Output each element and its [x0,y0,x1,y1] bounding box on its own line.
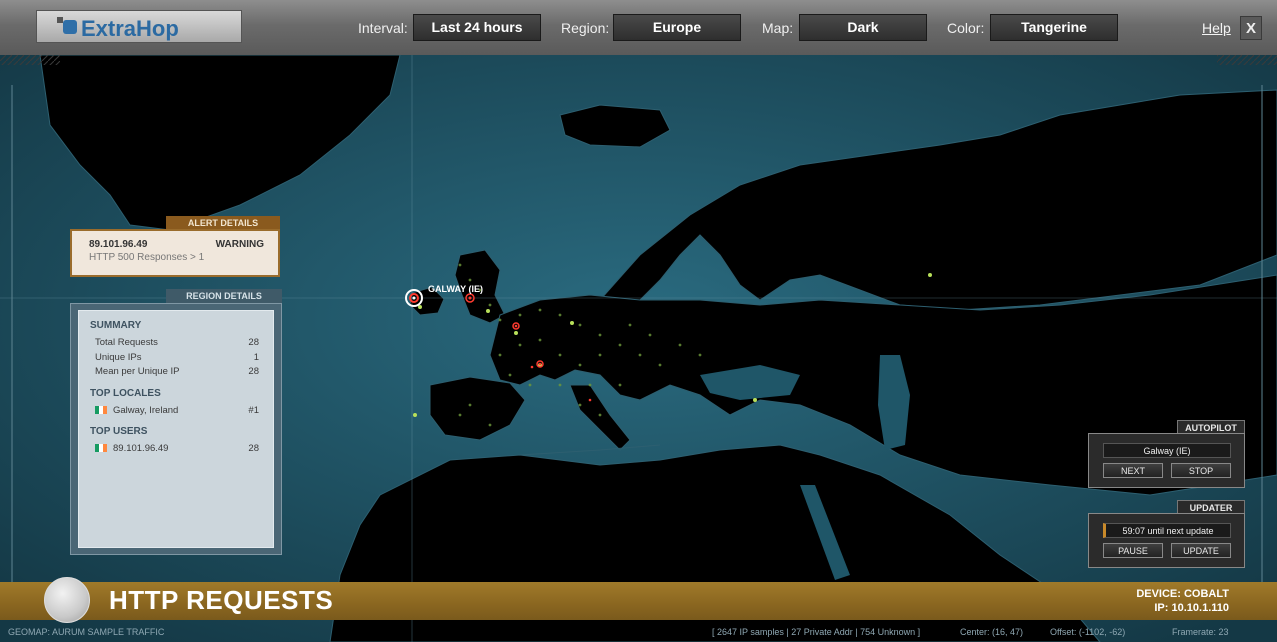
status-offset: Offset: (-1102, -62) [1050,627,1126,637]
autopilot-panel: Galway (IE) NEXT STOP [1088,433,1245,488]
status-geomap: GEOMAP: AURUM SAMPLE TRAFFIC [8,627,165,637]
region-details-content: SUMMARY Total Requests 28 Unique IPs 1 M… [78,310,274,548]
autopilot-location: Galway (IE) [1103,443,1231,458]
region-label: Region: [561,20,610,36]
close-button[interactable]: X [1240,16,1262,40]
summary-value: 28 [248,337,259,348]
status-center: Center: (16, 47) [960,627,1024,637]
alert-level: WARNING [215,239,264,250]
map-select[interactable]: Dark [799,14,927,41]
updater-panel: 59:07 until next update PAUSE UPDATE [1088,513,1245,568]
region-select[interactable]: Europe [613,14,741,41]
user-count: 28 [248,443,259,454]
locale-label[interactable]: Galway, Ireland [113,405,178,416]
updater-tab: UPDATER [1177,500,1245,514]
status-samples: [ 2647 IP samples | 27 Private Addr | 75… [712,627,921,637]
device-ip: IP: 10.10.1.110 [1154,602,1229,614]
interval-select[interactable]: Last 24 hours [413,14,541,41]
next-button[interactable]: NEXT [1103,463,1163,478]
color-select[interactable]: Tangerine [990,14,1118,41]
top-locales-heading: TOP LOCALES [90,388,161,399]
stop-button[interactable]: STOP [1171,463,1231,478]
alert-ip: 89.101.96.49 [89,239,148,250]
user-ip[interactable]: 89.101.96.49 [113,443,168,454]
summary-label: Total Requests [95,337,158,348]
globe-icon [44,577,90,623]
summary-value: 1 [253,352,259,363]
extrahop-logo[interactable]: ExtraHop [36,10,242,43]
alert-message: HTTP 500 Responses > 1 [89,252,205,263]
top-users-heading: TOP USERS [90,426,148,437]
top-toolbar: ExtraHop Interval: Last 24 hours Region:… [0,0,1277,56]
help-link[interactable]: Help [1202,20,1231,36]
logo-mark-icon [63,20,77,34]
autopilot-tab: AUTOPILOT [1177,420,1245,434]
ireland-flag-icon [95,444,107,452]
interval-label: Interval: [358,20,408,36]
pause-button[interactable]: PAUSE [1103,543,1163,558]
summary-label: Mean per Unique IP [95,366,180,377]
summary-value: 28 [248,366,259,377]
logo-text: ExtraHop [81,16,179,41]
summary-heading: SUMMARY [90,320,142,331]
region-details-tab: REGION DETAILS [166,289,282,303]
status-framerate: Framerate: 23 [1172,627,1229,637]
alert-details-tab: ALERT DETAILS [166,216,280,230]
locale-rank: #1 [248,405,259,416]
color-label: Color: [947,20,985,36]
alert-details-panel: 89.101.96.49 WARNING HTTP 500 Responses … [70,229,280,277]
region-details-panel: SUMMARY Total Requests 28 Unique IPs 1 M… [70,303,282,555]
ireland-flag-icon [95,406,107,414]
map-label: Map: [762,20,794,36]
galway-map-label[interactable]: GALWAY (IE) [428,284,483,294]
update-button[interactable]: UPDATE [1171,543,1231,558]
summary-label: Unique IPs [95,352,142,363]
device-name: DEVICE: COBALT [1136,588,1229,600]
update-countdown: 59:07 until next update [1103,523,1231,538]
metric-title: HTTP REQUESTS [109,585,334,615]
